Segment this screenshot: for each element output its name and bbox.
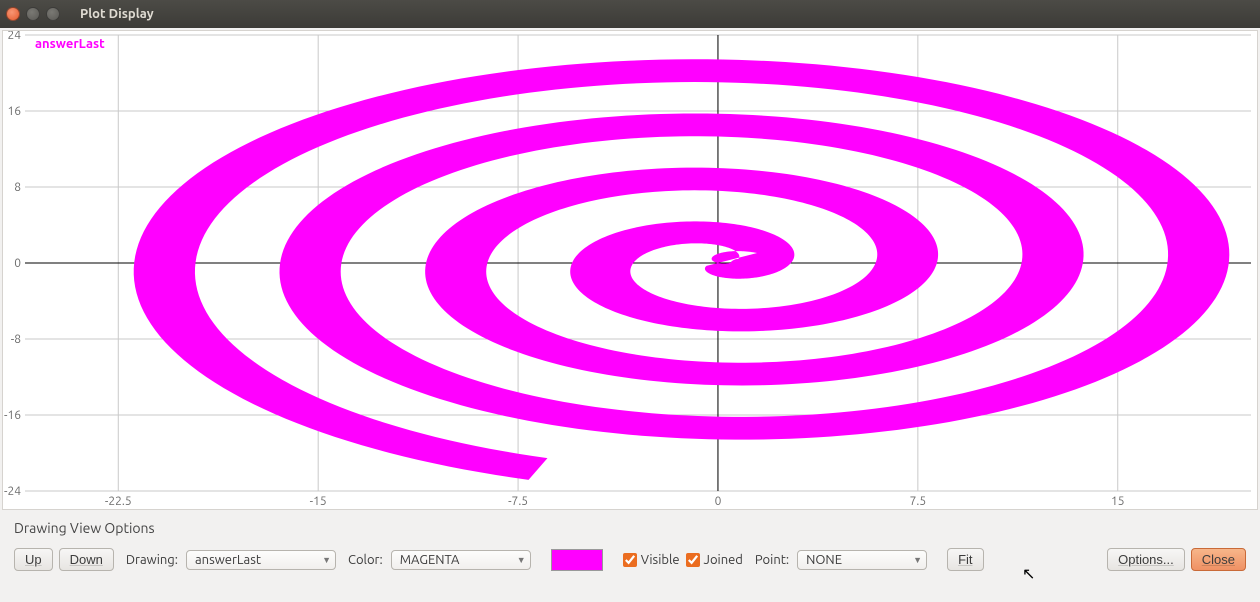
svg-text:8: 8 <box>14 181 21 194</box>
window-maximize-icon[interactable] <box>46 7 60 21</box>
visible-checkbox[interactable]: Visible <box>623 553 680 567</box>
svg-text:15: 15 <box>1111 495 1125 508</box>
window-titlebar: Plot Display <box>0 0 1260 28</box>
svg-text:0: 0 <box>14 257 21 270</box>
svg-text:-24: -24 <box>4 485 21 498</box>
fit-button[interactable]: Fit <box>947 548 983 571</box>
plot-svg: -22.5 -15 -7.5 0 7.5 15 -24 -16 -8 0 8 16 24 <box>3 31 1257 509</box>
svg-text:0: 0 <box>715 495 722 508</box>
drawing-select[interactable]: answerLast ▼ <box>186 550 336 570</box>
point-label: Point: <box>749 553 791 567</box>
color-label: Color: <box>342 553 385 567</box>
options-panel: Drawing View Options Up Down Drawing: an… <box>0 510 1260 581</box>
joined-checkbox-input[interactable] <box>686 553 700 567</box>
color-swatch <box>551 549 603 571</box>
window-title: Plot Display <box>80 7 154 21</box>
drawing-select-value: answerLast <box>195 553 261 567</box>
svg-text:-16: -16 <box>4 409 21 422</box>
point-select[interactable]: NONE ▼ <box>797 550 927 570</box>
panel-title: Drawing View Options <box>14 520 1246 536</box>
joined-checkbox[interactable]: Joined <box>686 553 743 567</box>
chevron-down-icon: ▼ <box>322 555 331 565</box>
down-button[interactable]: Down <box>59 548 114 571</box>
svg-text:16: 16 <box>7 105 21 118</box>
toolbar: Up Down Drawing: answerLast ▼ Color: MAG… <box>14 548 1246 571</box>
plot-canvas[interactable]: -22.5 -15 -7.5 0 7.5 15 -24 -16 -8 0 8 16 24 answerL… <box>2 30 1258 510</box>
window-close-icon[interactable] <box>6 7 20 21</box>
svg-text:-7.5: -7.5 <box>508 495 528 508</box>
drawing-label: Drawing: <box>120 553 180 567</box>
svg-text:-8: -8 <box>11 333 21 346</box>
chevron-down-icon: ▼ <box>913 555 922 565</box>
legend-entry: answerLast <box>35 37 105 51</box>
window-minimize-icon[interactable] <box>26 7 40 21</box>
joined-checkbox-label: Joined <box>704 553 743 567</box>
up-button[interactable]: Up <box>14 548 53 571</box>
visible-checkbox-input[interactable] <box>623 553 637 567</box>
svg-text:24: 24 <box>7 31 21 42</box>
color-select-value: MAGENTA <box>400 553 460 567</box>
options-button[interactable]: Options... <box>1107 548 1185 571</box>
visible-checkbox-label: Visible <box>641 553 680 567</box>
svg-text:-15: -15 <box>310 495 327 508</box>
close-button[interactable]: Close <box>1191 548 1246 571</box>
svg-text:7.5: 7.5 <box>910 495 927 508</box>
svg-text:-22.5: -22.5 <box>105 495 132 508</box>
point-select-value: NONE <box>806 553 842 567</box>
color-select[interactable]: MAGENTA ▼ <box>391 550 531 570</box>
chevron-down-icon: ▼ <box>517 555 526 565</box>
